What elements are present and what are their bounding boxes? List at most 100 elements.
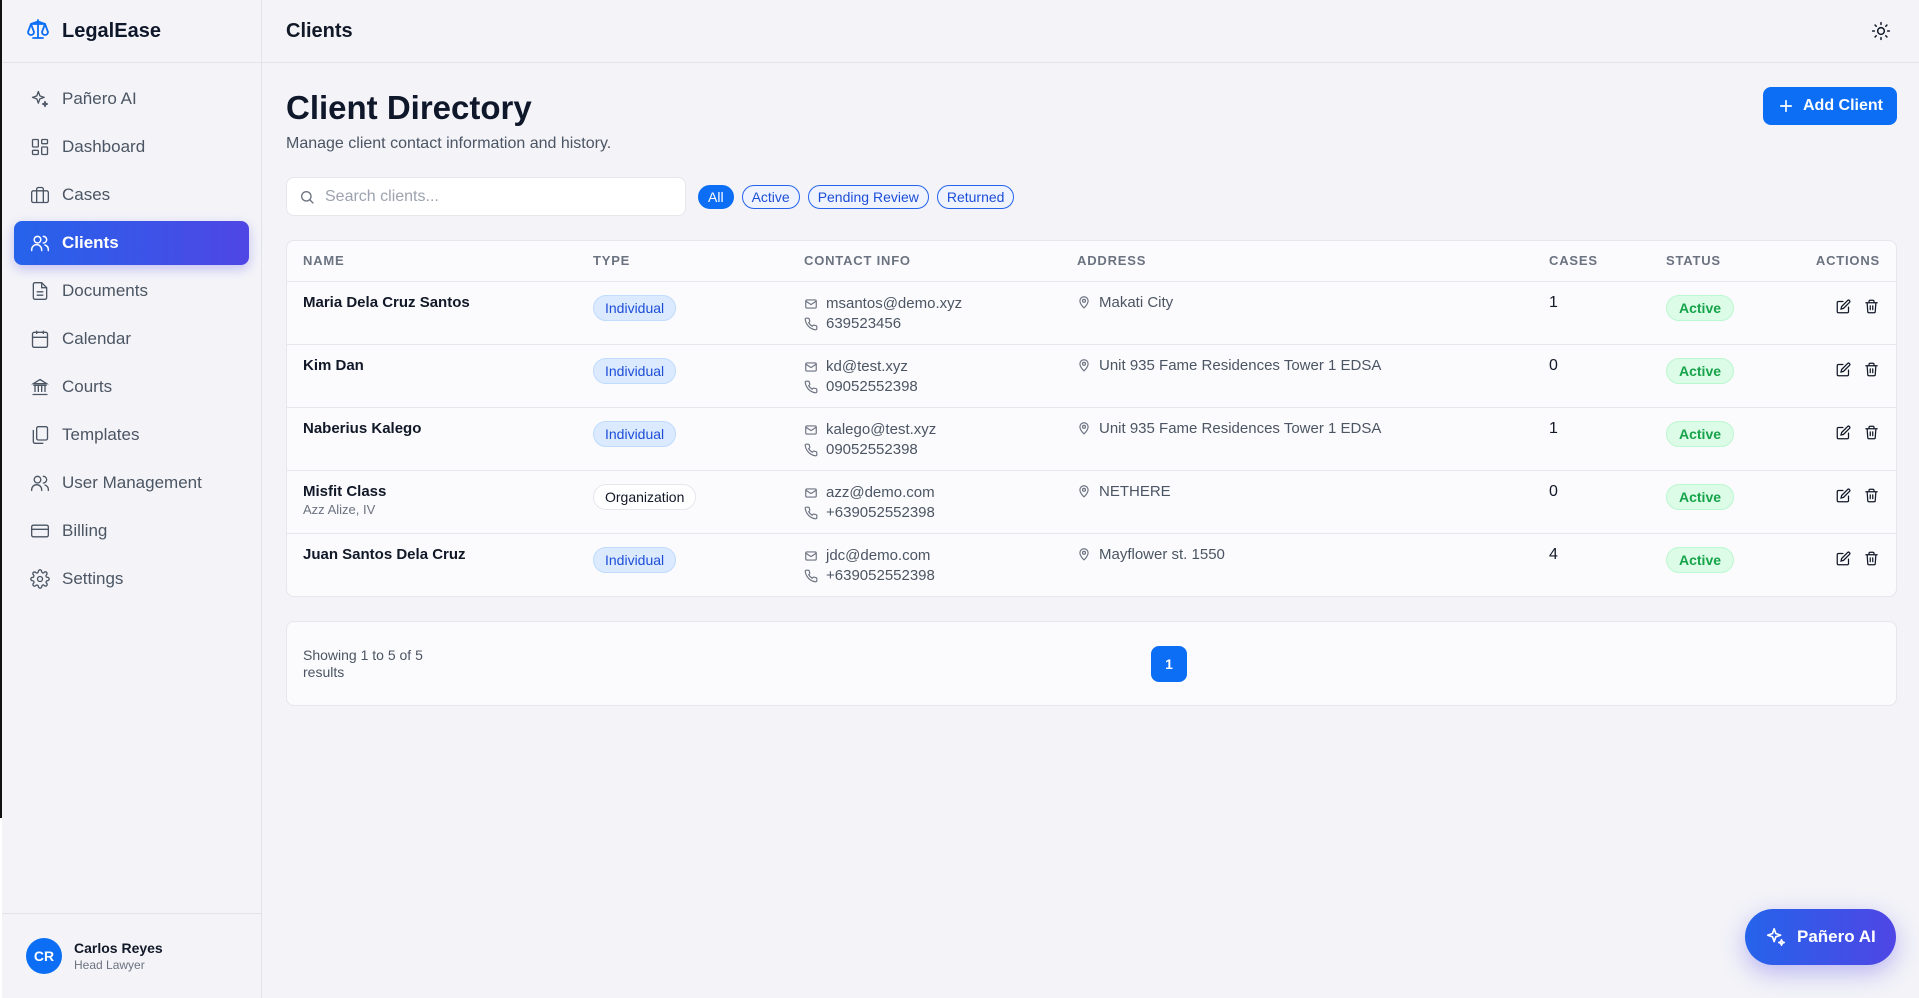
phone-icon bbox=[804, 506, 818, 519]
edit-icon[interactable] bbox=[1834, 424, 1852, 442]
user-name: Carlos Reyes bbox=[74, 940, 163, 956]
sidebar-item-documents[interactable]: Documents bbox=[14, 269, 249, 313]
trash-icon[interactable] bbox=[1862, 550, 1880, 568]
map-pin-icon bbox=[1079, 422, 1089, 435]
client-phone[interactable]: 09052552398 bbox=[826, 441, 918, 458]
table-row[interactable]: Kim Dan Individual kd@test.xyz 09052552398 U… bbox=[287, 344, 1896, 408]
filter-chip-returned[interactable]: Returned bbox=[936, 184, 1015, 209]
map-pin-icon bbox=[1079, 485, 1089, 498]
client-address: Unit 935 Fame Residences Tower 1 EDSA bbox=[1099, 419, 1382, 437]
search-input[interactable] bbox=[325, 187, 665, 206]
mail-icon bbox=[805, 361, 817, 372]
client-phone[interactable]: 09052552398 bbox=[826, 378, 918, 395]
client-email[interactable]: azz@demo.com bbox=[826, 484, 935, 501]
filter-chip-all[interactable]: All bbox=[698, 184, 734, 209]
edit-icon[interactable] bbox=[1834, 361, 1852, 379]
search-icon bbox=[301, 190, 314, 204]
table-row[interactable]: Naberius Kalego Individual kalego@test.xyz… bbox=[287, 407, 1896, 471]
cell-status: Active bbox=[1650, 470, 1783, 534]
sidebar-item-settings[interactable]: Settings bbox=[14, 557, 249, 601]
column-header-cases[interactable]: CASES bbox=[1533, 241, 1650, 282]
add-client-button[interactable]: Add Client bbox=[1763, 87, 1897, 125]
user-management-icon bbox=[31, 475, 49, 492]
cell-name: Naberius Kalego bbox=[287, 407, 577, 471]
brand[interactable]: LegalEase bbox=[2, 0, 261, 63]
sun-icon bbox=[1871, 21, 1891, 41]
edit-icon[interactable] bbox=[1834, 550, 1852, 568]
client-phone[interactable]: +639052552398 bbox=[826, 567, 935, 584]
sidebar-item-label: Settings bbox=[62, 569, 124, 588]
column-header-contact[interactable]: CONTACT INFO bbox=[788, 241, 1061, 282]
cell-cases: 1 bbox=[1533, 281, 1650, 345]
sidebar-item-courts[interactable]: Courts bbox=[14, 365, 249, 409]
scales-icon bbox=[26, 17, 50, 46]
page-title: Client Directory bbox=[286, 89, 532, 126]
phone-icon bbox=[804, 443, 818, 456]
sparkles-icon bbox=[1766, 927, 1786, 947]
client-name: Kim Dan bbox=[303, 356, 364, 374]
search-box bbox=[286, 177, 686, 216]
sidebar-item-label: Courts bbox=[62, 377, 113, 396]
cell-name: Juan Santos Dela Cruz bbox=[287, 533, 577, 596]
type-badge: Individual bbox=[593, 546, 677, 573]
theme-toggle-button[interactable] bbox=[1867, 17, 1895, 45]
table-row[interactable]: Misfit Class Azz Alize, IV Organization azz… bbox=[287, 470, 1896, 534]
templates-icon bbox=[32, 426, 49, 444]
column-header-name[interactable]: NAME bbox=[287, 241, 577, 282]
cell-status: Active bbox=[1650, 344, 1783, 408]
client-email[interactable]: jdc@demo.com bbox=[826, 547, 930, 564]
client-address: NETHERE bbox=[1099, 482, 1171, 500]
edit-icon[interactable] bbox=[1834, 487, 1852, 505]
edit-icon[interactable] bbox=[1834, 298, 1852, 316]
filter-chip-active[interactable]: Active bbox=[741, 184, 800, 209]
sidebar-item-clients[interactable]: Clients bbox=[14, 221, 249, 265]
case-count: 4 bbox=[1549, 545, 1558, 563]
column-header-type[interactable]: TYPE bbox=[577, 241, 788, 282]
user-profile[interactable]: CR Carlos Reyes Head Lawyer bbox=[2, 913, 261, 998]
client-directory: Client Directory Manage client contact i… bbox=[262, 63, 1919, 706]
sidebar-item-label: Billing bbox=[62, 521, 108, 540]
table-row[interactable]: Maria Dela Cruz Santos Individual msantos@… bbox=[287, 281, 1896, 345]
client-email[interactable]: msantos@demo.xyz bbox=[826, 295, 962, 312]
trash-icon[interactable] bbox=[1862, 298, 1880, 316]
cell-address: NETHERE bbox=[1061, 470, 1533, 534]
trash-icon[interactable] bbox=[1862, 487, 1880, 505]
trash-icon[interactable] bbox=[1862, 361, 1880, 379]
cell-type: Individual bbox=[577, 344, 788, 408]
case-count: 0 bbox=[1549, 356, 1558, 374]
client-email[interactable]: kd@test.xyz bbox=[826, 358, 908, 375]
client-address: Makati City bbox=[1099, 293, 1174, 311]
cell-type: Individual bbox=[577, 533, 788, 596]
case-count: 1 bbox=[1549, 419, 1558, 437]
sidebar-item-dashboard[interactable]: Dashboard bbox=[14, 125, 249, 169]
panero-ai-fab[interactable]: Pañero AI bbox=[1745, 909, 1896, 965]
sidebar-item-label: Documents bbox=[62, 281, 148, 300]
table-row[interactable]: Juan Santos Dela Cruz Individual jdc@demo.… bbox=[287, 533, 1896, 596]
page-button-1[interactable]: 1 bbox=[1151, 646, 1187, 682]
credit-card-icon bbox=[31, 524, 49, 538]
mail-icon bbox=[805, 424, 817, 435]
type-badge: Individual bbox=[593, 420, 677, 447]
trash-icon[interactable] bbox=[1862, 424, 1880, 442]
sidebar-item-billing[interactable]: Billing bbox=[14, 509, 249, 553]
column-header-address[interactable]: ADDRESS bbox=[1061, 241, 1533, 282]
mail-icon bbox=[805, 298, 817, 309]
plus-icon bbox=[1779, 99, 1793, 113]
cell-contact: kalego@test.xyz 09052552398 bbox=[788, 407, 1061, 471]
sidebar-item-user-management[interactable]: User Management bbox=[14, 461, 249, 505]
client-phone[interactable]: +639052552398 bbox=[826, 504, 935, 521]
table-header-row: NAME TYPE CONTACT INFO ADDRESS CASES STA… bbox=[287, 241, 1896, 282]
cell-contact: msantos@demo.xyz 639523456 bbox=[788, 281, 1061, 345]
sidebar-item-cases[interactable]: Cases bbox=[14, 173, 249, 217]
cell-name: Kim Dan bbox=[287, 344, 577, 408]
sidebar-item-templates[interactable]: Templates bbox=[14, 413, 249, 457]
filter-chip-pending-review[interactable]: Pending Review bbox=[807, 184, 929, 209]
client-phone[interactable]: 639523456 bbox=[826, 315, 901, 332]
status-badge: Active bbox=[1666, 420, 1735, 447]
client-email[interactable]: kalego@test.xyz bbox=[826, 421, 936, 438]
column-header-status[interactable]: STATUS bbox=[1650, 241, 1783, 282]
sidebar-item-label: Templates bbox=[62, 425, 140, 444]
user-role: Head Lawyer bbox=[74, 958, 145, 972]
sidebar-item-calendar[interactable]: Calendar bbox=[14, 317, 249, 361]
sidebar-item-panero-ai[interactable]: Pañero AI bbox=[14, 77, 249, 121]
